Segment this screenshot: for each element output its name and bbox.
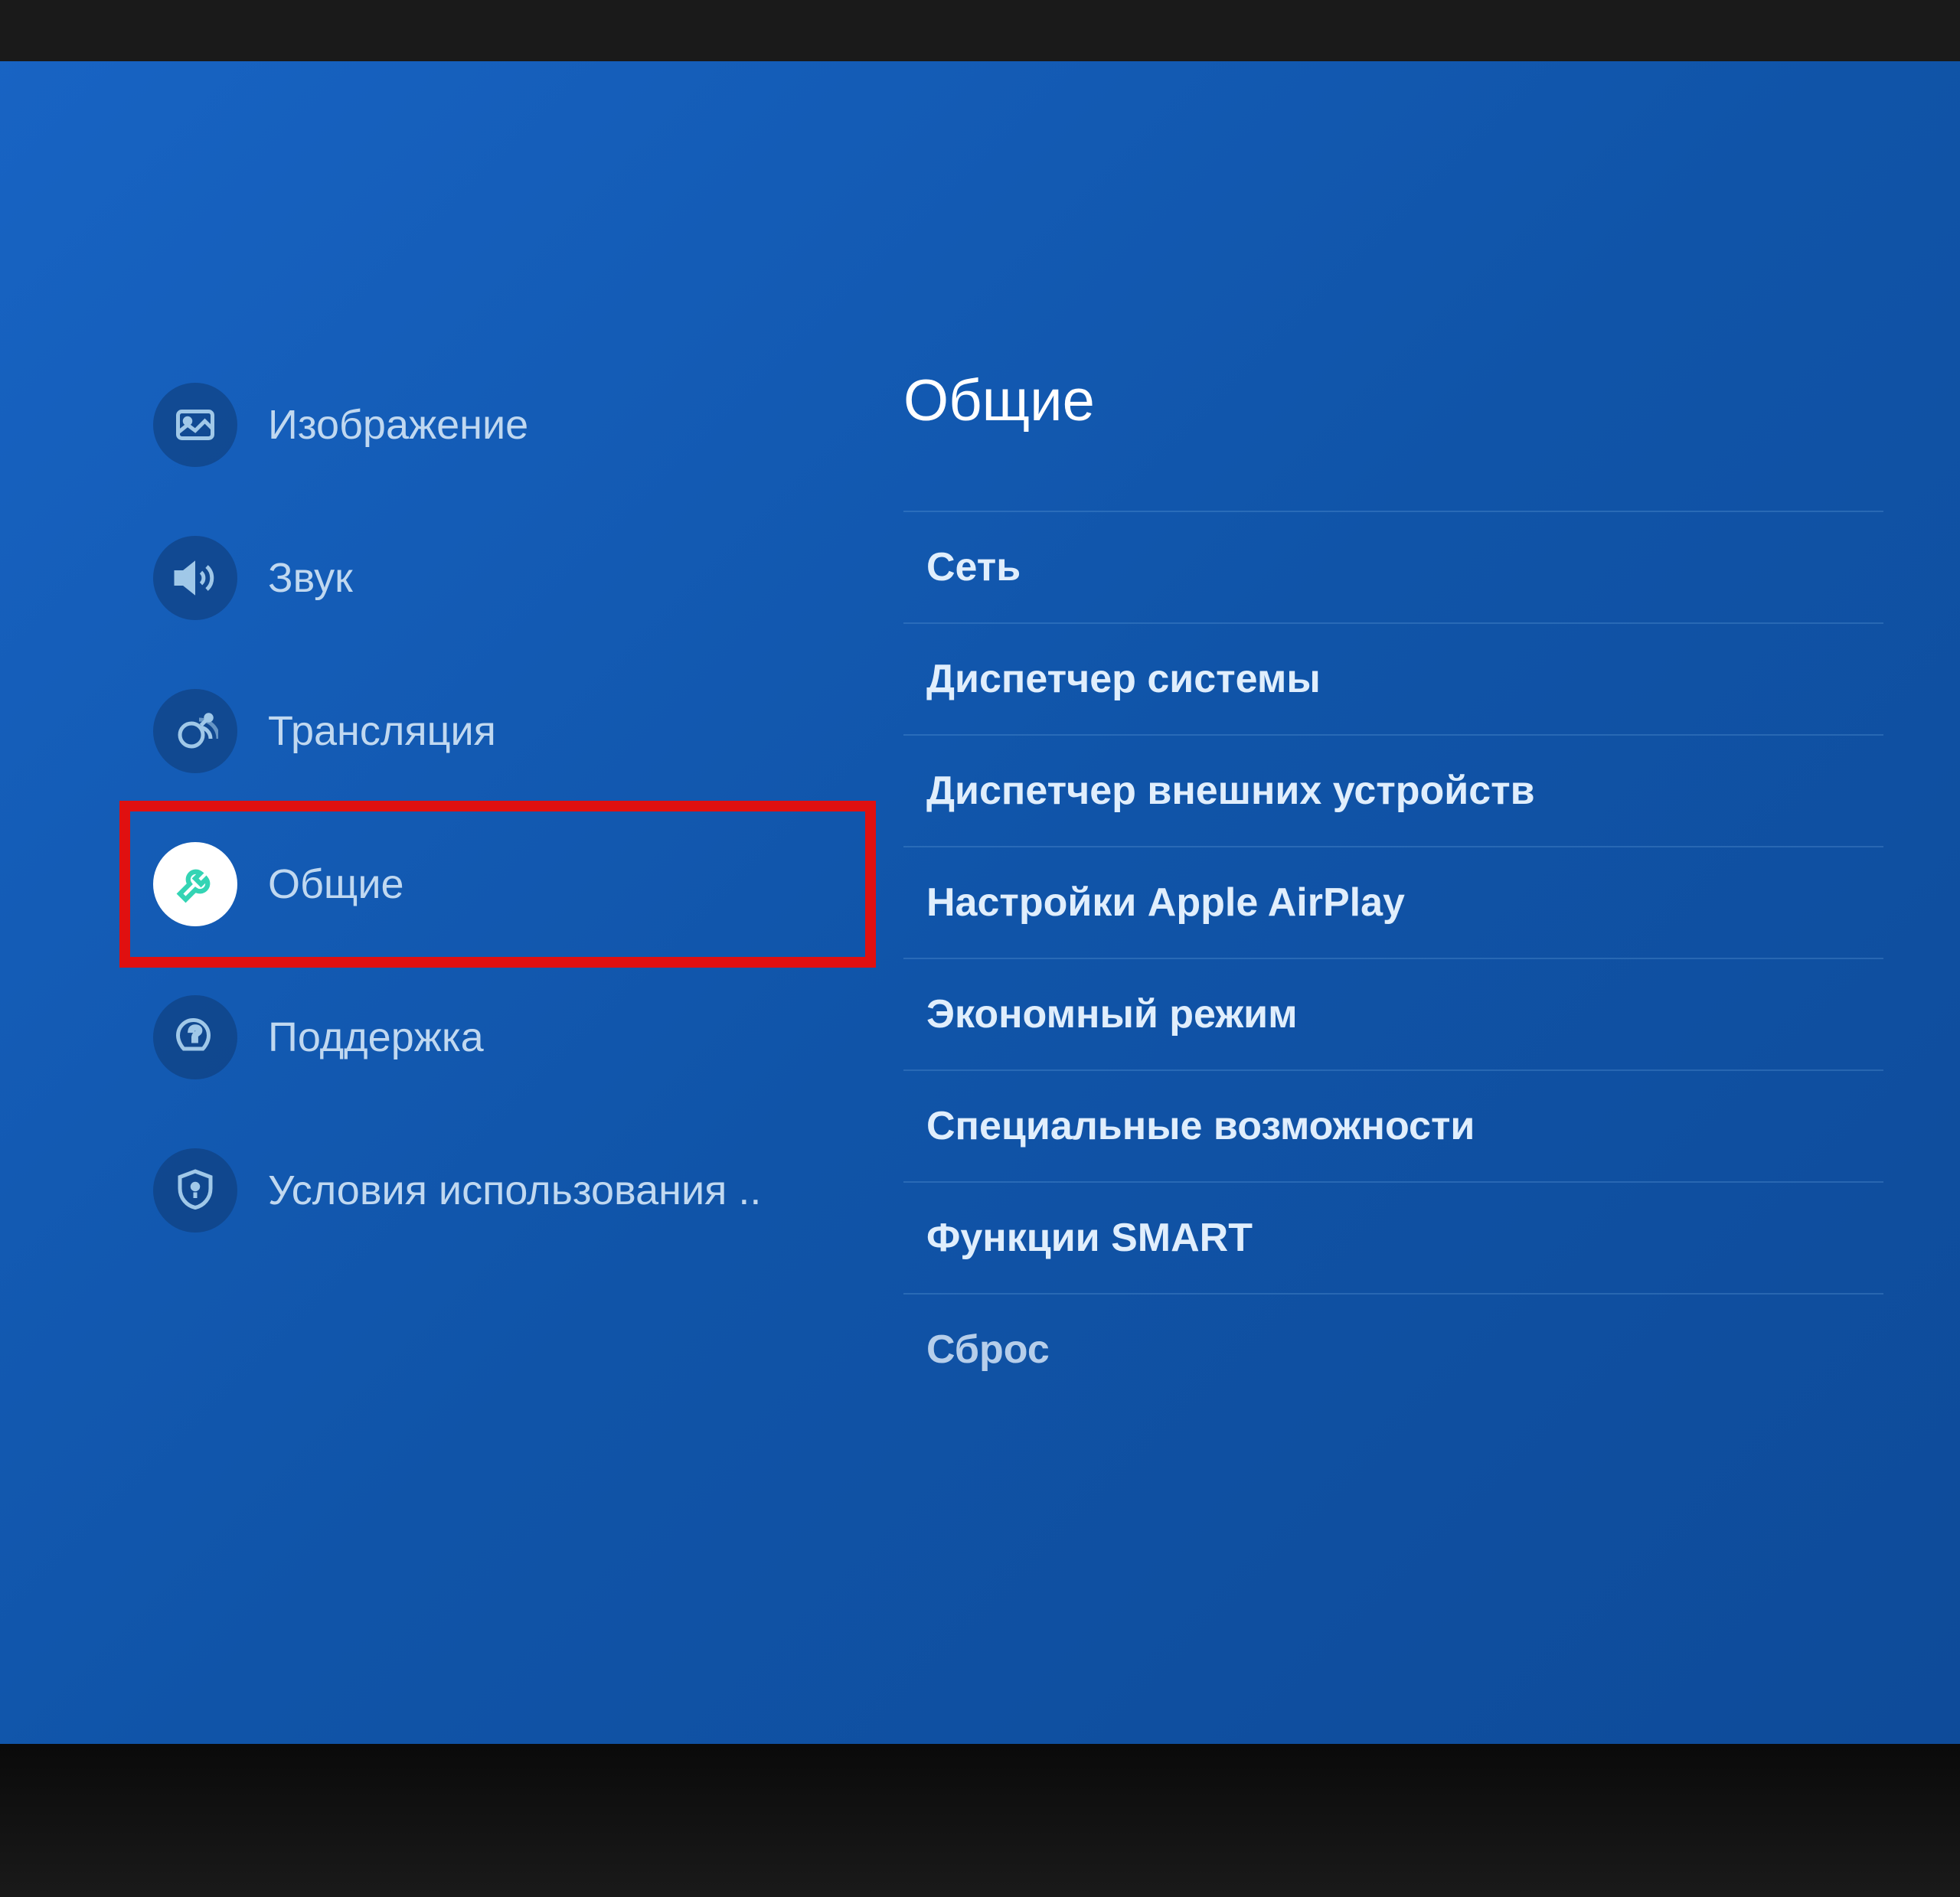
sound-icon	[153, 536, 237, 620]
content-item-airplay[interactable]: Настройки Apple AirPlay	[903, 847, 1883, 959]
content-item-network[interactable]: Сеть	[903, 511, 1883, 624]
content-item-label: Сброс	[926, 1327, 1050, 1372]
support-icon: ?	[153, 995, 237, 1079]
tv-screen: Изображение Звук	[0, 0, 1960, 1897]
sidebar-item-support[interactable]: ? Поддержка	[130, 965, 865, 1110]
sidebar-item-label: Звук	[268, 554, 353, 602]
content-item-reset[interactable]: Сброс	[903, 1295, 1883, 1380]
content-item-external-manager[interactable]: Диспетчер внешних устройств	[903, 736, 1883, 847]
content-item-label: Диспетчер системы	[926, 657, 1321, 701]
svg-text:?: ?	[189, 1022, 202, 1046]
sidebar-item-label: Общие	[268, 860, 404, 908]
sidebar-item-label: Условия использования ..	[268, 1167, 761, 1214]
sidebar-item-label: Поддержка	[268, 1014, 484, 1061]
content-item-eco[interactable]: Экономный режим	[903, 959, 1883, 1071]
tv-bezel-top	[0, 0, 1960, 61]
content-panel: Общие Сеть Диспетчер системы Диспетчер в…	[865, 352, 1922, 1706]
wrench-icon	[153, 842, 237, 926]
content-item-label: Настройки Apple AirPlay	[926, 880, 1405, 925]
content-item-label: Функции SMART	[926, 1216, 1253, 1260]
satellite-icon	[153, 689, 237, 773]
sidebar-item-label: Изображение	[268, 401, 528, 449]
sidebar: Изображение Звук	[38, 352, 865, 1706]
content-item-label: Сеть	[926, 545, 1021, 589]
content-item-label: Экономный режим	[926, 992, 1298, 1037]
shield-icon	[153, 1148, 237, 1233]
sidebar-item-broadcast[interactable]: Трансляция	[130, 658, 865, 804]
sidebar-item-sound[interactable]: Звук	[130, 505, 865, 651]
content-item-label: Диспетчер внешних устройств	[926, 769, 1535, 813]
tv-bezel-bottom	[0, 1744, 1960, 1897]
sidebar-item-picture[interactable]: Изображение	[130, 352, 865, 498]
sidebar-item-label: Трансляция	[268, 707, 496, 755]
sidebar-item-terms[interactable]: Условия использования ..	[130, 1118, 865, 1263]
content-item-label: Специальные возможности	[926, 1104, 1475, 1148]
content-item-accessibility[interactable]: Специальные возможности	[903, 1071, 1883, 1183]
sidebar-item-general[interactable]: Общие	[119, 801, 876, 968]
picture-icon	[153, 383, 237, 467]
content-item-smart[interactable]: Функции SMART	[903, 1183, 1883, 1295]
content-title: Общие	[903, 367, 1883, 434]
content-item-system-manager[interactable]: Диспетчер системы	[903, 624, 1883, 736]
settings-container: Изображение Звук	[38, 61, 1922, 1706]
